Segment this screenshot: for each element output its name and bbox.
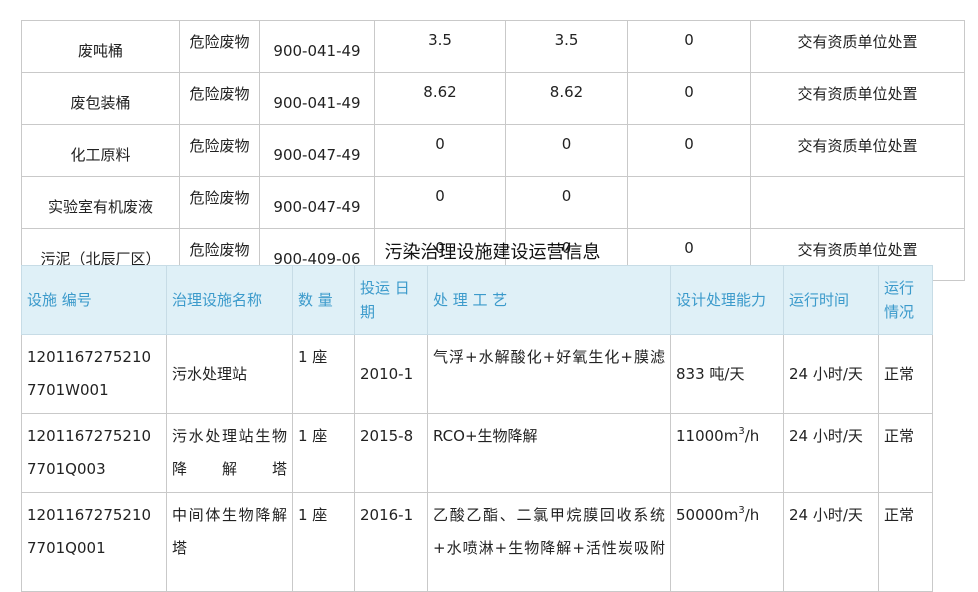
waste-name: 废吨桶 — [21, 20, 180, 73]
facility-id: 1201167275210 7701Q001 — [21, 492, 167, 592]
waste-value-3: 0 — [627, 124, 751, 177]
waste-value-3 — [627, 176, 751, 229]
facility-id-line1: 1201167275210 — [27, 506, 152, 524]
facility-quantity: 1 座 — [292, 492, 355, 592]
waste-category: 危险废物 — [179, 124, 260, 177]
facility-id-line1: 1201167275210 — [27, 348, 152, 366]
waste-disposal: 交有资质单位处置 — [750, 124, 965, 177]
table-row: 1201167275210 7701W001 污水处理站 1 座 2010-1 … — [21, 334, 933, 414]
table-row: 化工原料 危险废物 900-047-49 0 0 0 交有资质单位处置 — [21, 124, 965, 177]
facility-id-line2: 7701W001 — [27, 381, 109, 399]
header-facility-id-line2: 编号 — [61, 291, 92, 309]
facility-start-date: 2010-1 — [354, 334, 428, 414]
facility-process: 乙酸乙酯、二氯甲烷膜回收系统+水喷淋+生物降解+活性炭吸附 — [427, 492, 671, 592]
facility-status: 正常 — [878, 492, 933, 592]
header-status-line1: 运行 — [884, 279, 915, 297]
facility-status: 正常 — [878, 413, 933, 493]
waste-value-3: 0 — [627, 20, 751, 73]
facility-quantity: 1 座 — [292, 413, 355, 493]
facility-capacity: 11000m3/h — [670, 413, 784, 493]
facility-runtime: 24 小时/天 — [783, 492, 879, 592]
waste-disposal: 交有资质单位处置 — [750, 20, 965, 73]
table-row: 废吨桶 危险废物 900-041-49 3.5 3.5 0 交有资质单位处置 — [21, 20, 965, 73]
header-capacity: 设计处理能力 — [670, 265, 784, 335]
waste-value-2: 0 — [505, 176, 628, 229]
facility-capacity: 50000m3/h — [670, 492, 784, 592]
waste-name: 化工原料 — [21, 124, 180, 177]
waste-category: 危险废物 — [179, 72, 260, 125]
table-row: 实验室有机废液 危险废物 900-047-49 0 0 — [21, 176, 965, 229]
facility-name: 污水处理站 — [166, 334, 293, 414]
waste-value-1: 8.62 — [374, 72, 506, 125]
facility-name: 污水处理站生物降解塔 — [166, 413, 293, 493]
facility-id: 1201167275210 7701W001 — [21, 334, 167, 414]
waste-value-3: 0 — [627, 72, 751, 125]
waste-value-2: 3.5 — [505, 20, 628, 73]
facility-status: 正常 — [878, 334, 933, 414]
capacity-unit: /h — [744, 506, 760, 524]
facility-name: 中间体生物降解塔 — [166, 492, 293, 592]
header-process: 处 理 工 艺 — [427, 265, 671, 335]
header-status-line2: 情况 — [884, 303, 915, 321]
header-facility-id: 设施 编号 — [21, 265, 167, 335]
facility-table: 设施 编号 治理设施名称 数 量 投运 日期 处 理 工 艺 设计处理能力 运行… — [21, 265, 933, 592]
waste-code: 900-047-49 — [259, 176, 375, 229]
waste-category: 危险废物 — [179, 20, 260, 73]
table-row: 1201167275210 7701Q001 中间体生物降解塔 1 座 2016… — [21, 492, 933, 592]
facility-capacity: 833 吨/天 — [670, 334, 784, 414]
table-row: 1201167275210 7701Q003 污水处理站生物降解塔 1 座 20… — [21, 413, 933, 493]
waste-value-1: 0 — [374, 124, 506, 177]
waste-value-2: 0 — [505, 124, 628, 177]
waste-name: 实验室有机废液 — [21, 176, 180, 229]
waste-category: 危险废物 — [179, 176, 260, 229]
header-start-date-line1: 投运 — [360, 279, 391, 297]
facility-start-date: 2016-1 — [354, 492, 428, 592]
header-status: 运行 情况 — [878, 265, 933, 335]
capacity-value: 833 吨/天 — [676, 364, 745, 383]
waste-value-2: 8.62 — [505, 72, 628, 125]
table-header-row: 设施 编号 治理设施名称 数 量 投运 日期 处 理 工 艺 设计处理能力 运行… — [21, 265, 933, 335]
facility-runtime: 24 小时/天 — [783, 413, 879, 493]
header-start-date: 投运 日期 — [354, 265, 428, 335]
section-title: 污染治理设施建设运营信息 — [384, 242, 601, 263]
waste-disposal: 交有资质单位处置 — [750, 72, 965, 125]
capacity-value: 11000m — [676, 427, 739, 445]
facility-id-line2: 7701Q001 — [27, 539, 106, 557]
capacity-unit: /h — [744, 427, 760, 445]
header-facility-id-line1: 设施 — [27, 291, 58, 309]
table-row: 废包装桶 危险废物 900-041-49 8.62 8.62 0 交有资质单位处… — [21, 72, 965, 125]
waste-code: 900-047-49 — [259, 124, 375, 177]
header-facility-name: 治理设施名称 — [166, 265, 293, 335]
waste-value-1: 3.5 — [374, 20, 506, 73]
facility-runtime: 24 小时/天 — [783, 334, 879, 414]
waste-value-1: 0 — [374, 176, 506, 229]
header-quantity: 数 量 — [292, 265, 355, 335]
waste-disposal — [750, 176, 965, 229]
waste-code: 900-041-49 — [259, 72, 375, 125]
facility-id: 1201167275210 7701Q003 — [21, 413, 167, 493]
facility-quantity: 1 座 — [292, 334, 355, 414]
facility-id-line2: 7701Q003 — [27, 460, 106, 478]
facility-process: 气浮+水解酸化+好氧生化+膜滤 — [427, 334, 671, 414]
header-runtime: 运行时间 — [783, 265, 879, 335]
waste-code: 900-041-49 — [259, 20, 375, 73]
facility-id-line1: 1201167275210 — [27, 427, 152, 445]
waste-name: 废包装桶 — [21, 72, 180, 125]
facility-process: RCO+生物降解 — [427, 413, 671, 493]
facility-start-date: 2015-8 — [354, 413, 428, 493]
capacity-value: 50000m — [676, 506, 739, 524]
